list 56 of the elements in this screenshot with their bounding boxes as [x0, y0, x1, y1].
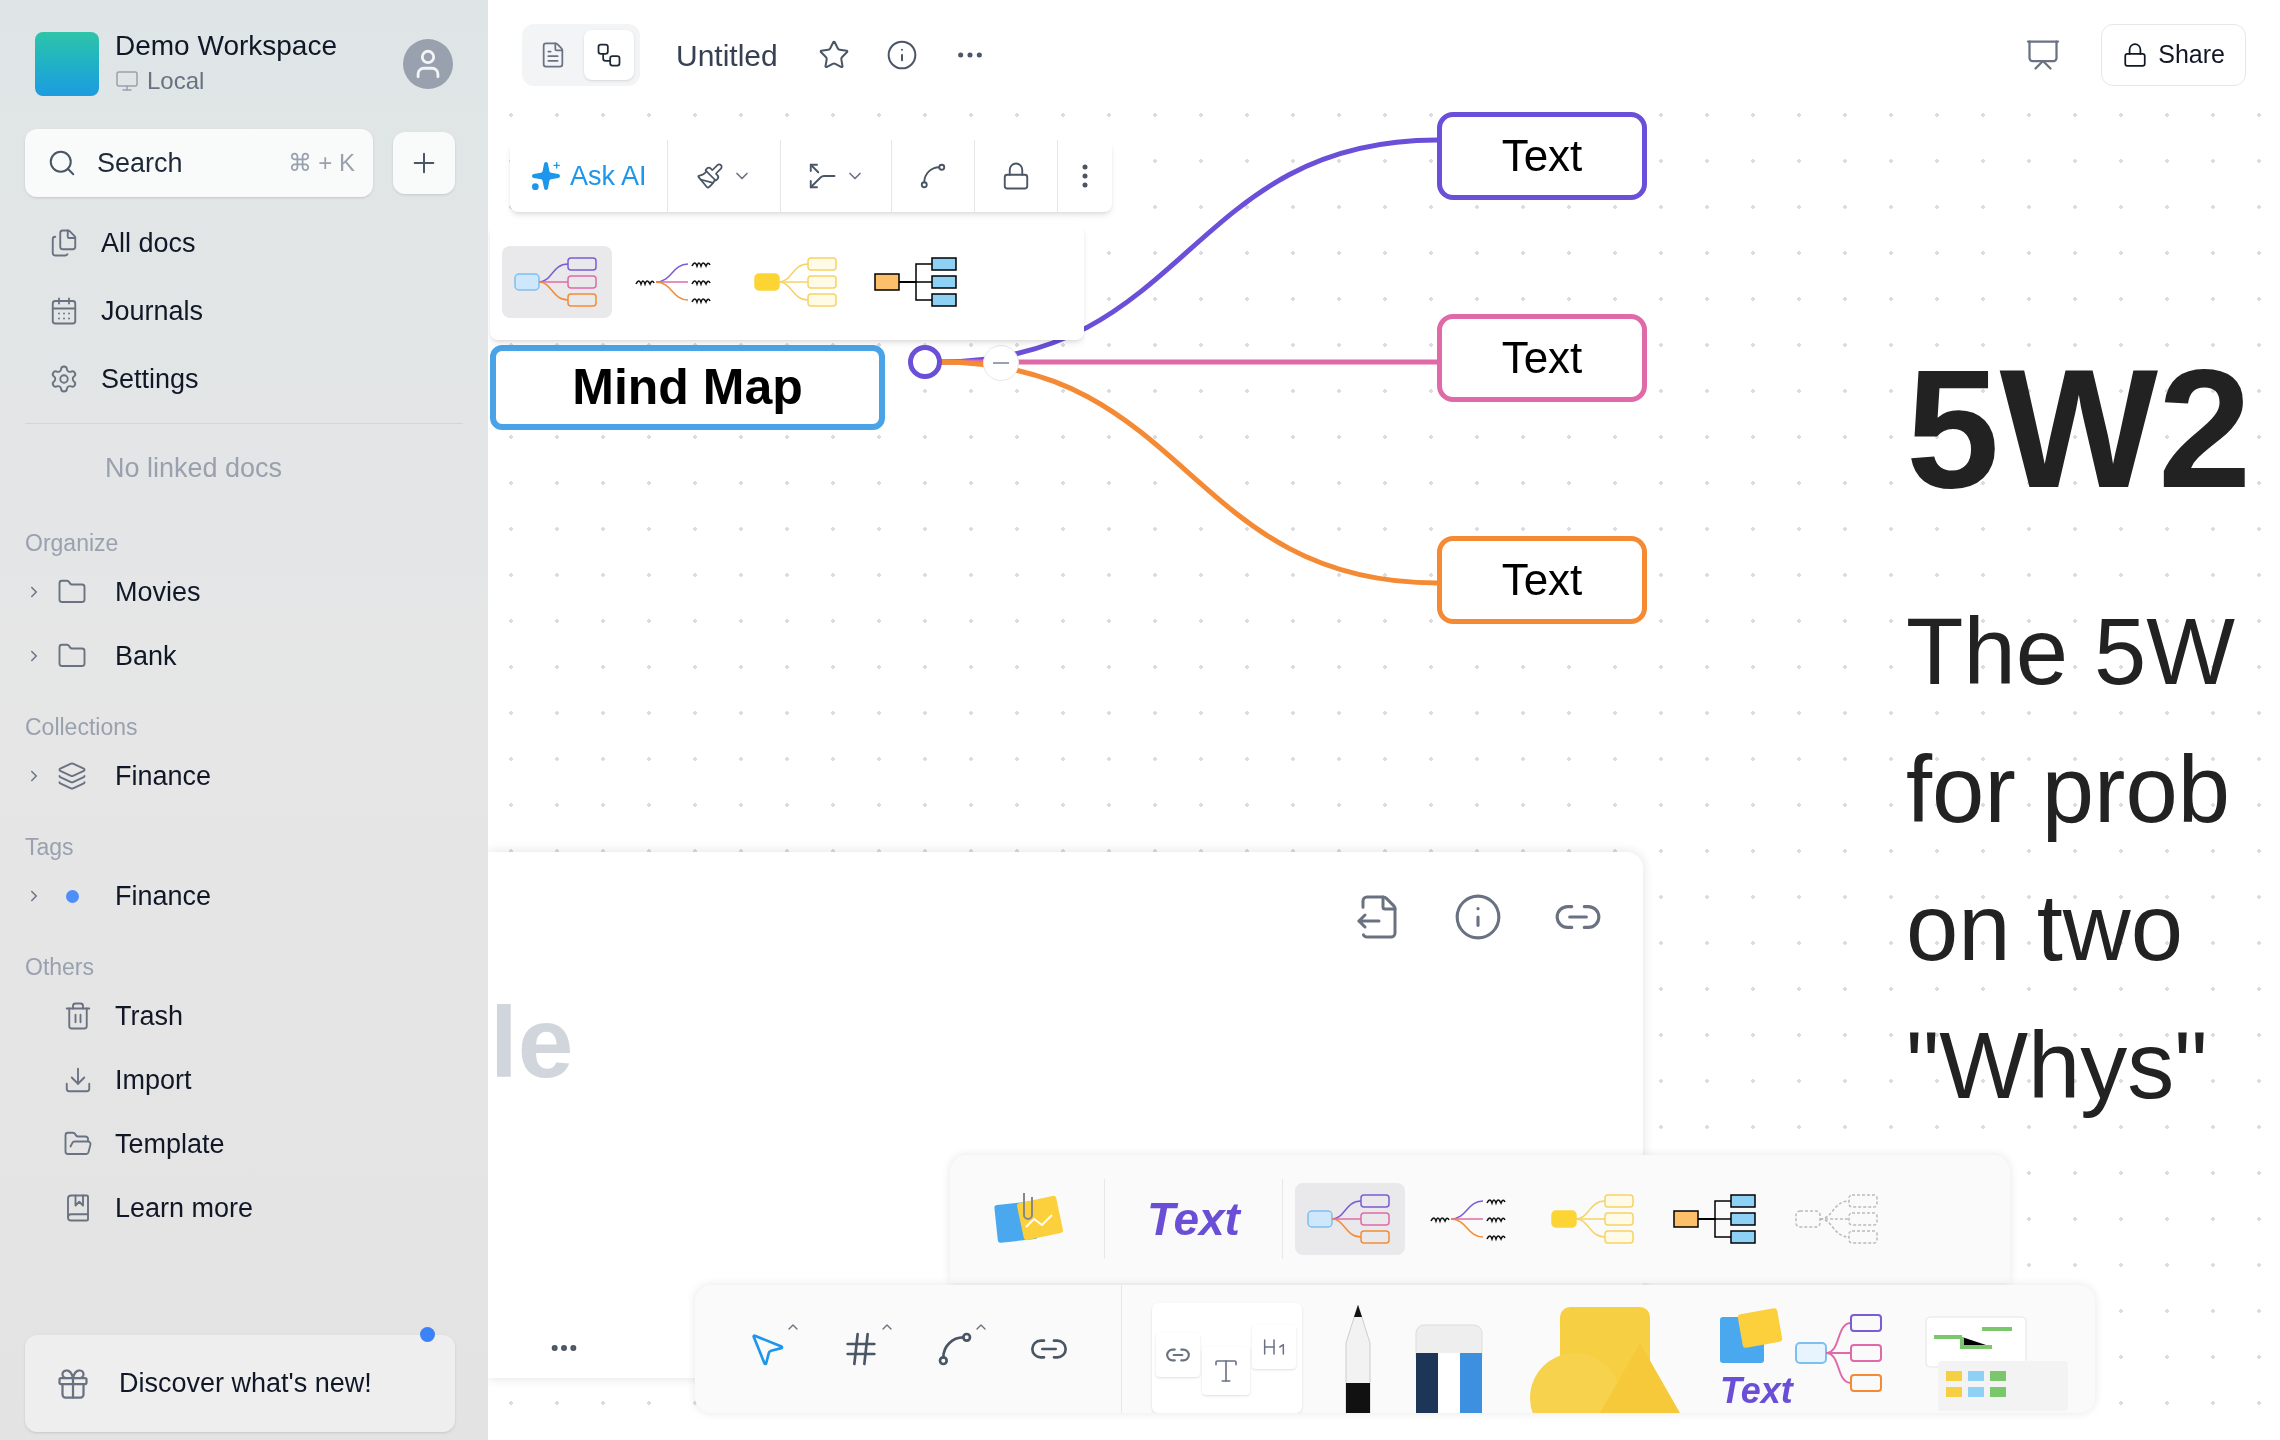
brush-icon [695, 162, 724, 190]
sidebar-item[interactable]: Finance [115, 875, 212, 917]
documents-icon [49, 228, 79, 258]
trash-icon [63, 1001, 93, 1031]
section-title: Collections [25, 712, 139, 742]
nav-item[interactable]: All docs [25, 209, 463, 277]
share-button[interactable]: Share [2101, 24, 2246, 86]
nav-item[interactable]: Settings [25, 345, 463, 413]
workspace-logo[interactable] [35, 31, 99, 96]
settings-icon [49, 364, 79, 394]
presentation-icon[interactable] [2025, 37, 2062, 73]
mindmap-illustration-label: Text [1720, 1373, 1793, 1409]
sidebar-item[interactable]: Learn more [115, 1187, 254, 1229]
lock-icon [2122, 42, 2149, 68]
section-title: Organize [25, 528, 120, 558]
paragraph-line: for prob [1906, 736, 2231, 844]
info-icon[interactable] [885, 39, 918, 71]
document-heading: 5W2 [1906, 345, 2252, 513]
paragraph-line: on two [1906, 874, 2184, 982]
mode-toggle[interactable] [584, 30, 634, 80]
mindmap-node[interactable]: Text [1437, 314, 1647, 402]
search-icon [47, 148, 77, 178]
discover-card[interactable]: Discover what's new! [25, 1335, 455, 1432]
mindmap-node[interactable]: Text [1437, 536, 1647, 624]
more-icon [1081, 164, 1088, 188]
document-title[interactable]: Untitled [676, 32, 778, 78]
sidebar-item[interactable]: Finance [115, 755, 212, 797]
eraser-drawing[interactable] [1414, 1323, 1484, 1413]
storage-label: Local [147, 66, 205, 96]
text-tool[interactable]: Text [1117, 1184, 1270, 1254]
stack-icon [57, 761, 87, 791]
graph-icon [595, 41, 623, 69]
computer-icon [115, 69, 139, 93]
sidebar-item[interactable]: Trash [115, 995, 183, 1037]
sidebar-item[interactable]: Movies [115, 571, 201, 613]
info-icon[interactable] [1453, 892, 1503, 942]
paragraph-line: "Whys" [1906, 1012, 2209, 1120]
section-title: Tags [25, 832, 75, 862]
sparkle-icon [530, 160, 562, 192]
empty-state-text: No linked docs [104, 452, 284, 485]
download-icon [63, 1065, 93, 1095]
paragraph-line: The 5W [1906, 598, 2237, 706]
section-title: Others [25, 952, 96, 982]
mindmap-root-node[interactable]: Mind Map [490, 345, 885, 430]
workspace-name: Demo Workspace [115, 29, 338, 63]
mindmap-node[interactable]: Text [1437, 112, 1647, 200]
sidebar-item[interactable]: Template [115, 1123, 225, 1165]
calendar-icon [49, 296, 79, 326]
sidebar-item[interactable]: Bank [115, 635, 177, 677]
sidebar-item[interactable]: Import [115, 1059, 192, 1101]
collapse-handle[interactable] [983, 345, 1019, 381]
avatar[interactable] [403, 38, 453, 89]
keyboard-shortcut: ⌘ + K [287, 148, 355, 178]
nav-item[interactable]: Journals [25, 277, 463, 345]
star-icon[interactable] [817, 39, 850, 71]
connection-handle[interactable] [908, 345, 942, 379]
